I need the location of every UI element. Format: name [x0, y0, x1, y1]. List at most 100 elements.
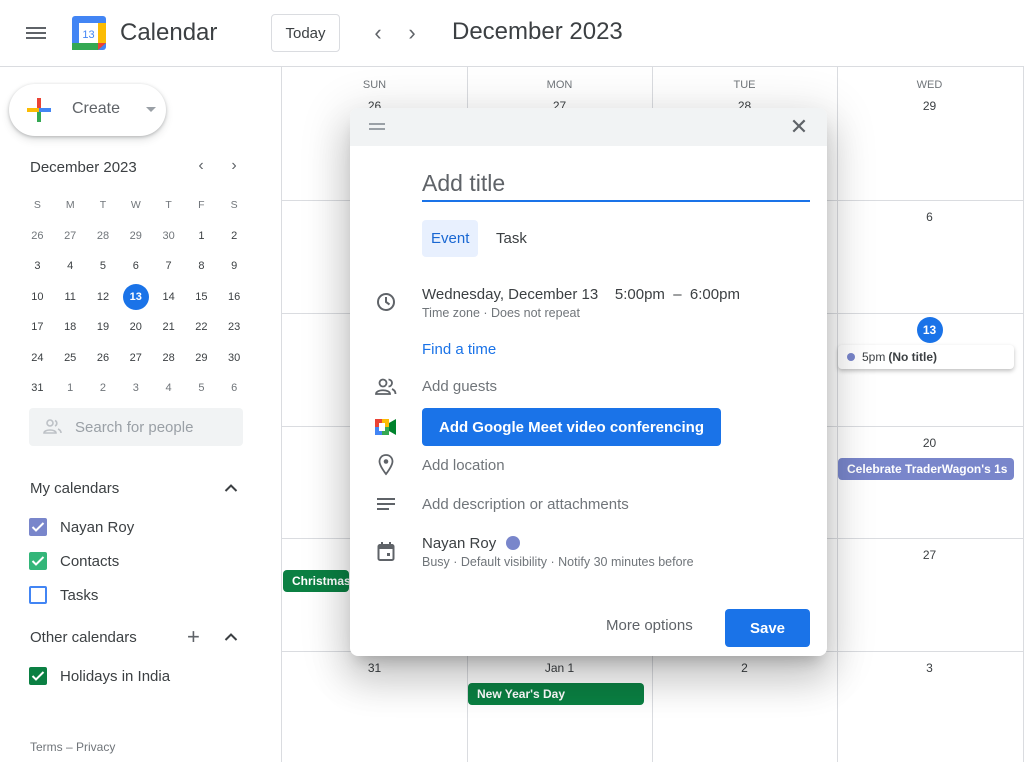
- tab-task[interactable]: Task: [487, 220, 536, 257]
- create-button[interactable]: Create: [9, 84, 166, 136]
- mini-calendar-day[interactable]: 19: [87, 314, 120, 340]
- my-calendars-title[interactable]: My calendars: [30, 480, 119, 497]
- search-people-field[interactable]: [29, 408, 243, 446]
- mini-calendar-day[interactable]: 4: [54, 253, 87, 279]
- drag-handle-icon[interactable]: [369, 123, 385, 133]
- mini-calendar-day[interactable]: 8: [185, 253, 218, 279]
- mini-calendar-day[interactable]: 30: [152, 223, 185, 249]
- event-title-input[interactable]: [422, 166, 810, 202]
- mini-calendar-day[interactable]: 15: [185, 284, 218, 310]
- day-number: 4: [67, 260, 74, 273]
- calendar-item-holidays-in-india[interactable]: Holidays in India: [29, 667, 170, 685]
- mini-calendar-day[interactable]: 5: [87, 253, 120, 279]
- mini-calendar-day[interactable]: 3: [21, 253, 54, 279]
- mini-calendar-day[interactable]: 18: [54, 314, 87, 340]
- mini-calendar-day[interactable]: 3: [119, 375, 152, 401]
- tab-event[interactable]: Event: [422, 220, 479, 257]
- add-google-meet-button[interactable]: Add Google Meet video conferencing: [422, 408, 721, 446]
- event-chip-celebrate-traderwagon[interactable]: Celebrate TraderWagon's 1s: [838, 458, 1014, 480]
- mini-calendar-day[interactable]: 1: [185, 223, 218, 249]
- event-date-time[interactable]: Wednesday, December 13 5:00pm – 6:00pm: [422, 286, 740, 303]
- mini-calendar-next-icon[interactable]: ›: [224, 157, 244, 175]
- mini-calendar-day[interactable]: 13: [119, 283, 152, 310]
- mini-calendar-day[interactable]: 24: [21, 345, 54, 371]
- calendar-item-nayan-roy[interactable]: Nayan Roy: [29, 518, 134, 536]
- dropdown-caret-icon[interactable]: [146, 107, 156, 112]
- mini-calendar-day[interactable]: 31: [21, 375, 54, 401]
- add-guests-field[interactable]: Add guests: [422, 378, 497, 395]
- mini-calendar-day[interactable]: 30: [218, 345, 251, 371]
- day-cell-date[interactable]: 6: [837, 210, 1022, 224]
- other-calendars-title[interactable]: Other calendars: [30, 629, 137, 646]
- close-icon[interactable]: ✕: [787, 116, 811, 140]
- mini-calendar-day[interactable]: 20: [119, 314, 152, 340]
- search-people-input[interactable]: [75, 418, 225, 436]
- event-chip-new-years-day[interactable]: New Year's Day: [468, 683, 644, 705]
- mini-calendar-day[interactable]: 17: [21, 314, 54, 340]
- day-cell-date[interactable]: 29: [837, 99, 1022, 113]
- mini-calendar-day[interactable]: 2: [218, 223, 251, 249]
- today-button[interactable]: Today: [271, 14, 340, 52]
- mini-calendar-day[interactable]: 2: [87, 375, 120, 401]
- mini-calendar-day[interactable]: 21: [152, 314, 185, 340]
- quick-event-dialog: ✕ Event Task Wednesday, December 13 5:00…: [350, 108, 827, 656]
- mini-calendar-day[interactable]: 28: [152, 345, 185, 371]
- mini-calendar-day[interactable]: 11: [54, 284, 87, 310]
- calendar-item-tasks[interactable]: Tasks: [29, 586, 98, 604]
- calendar-selector[interactable]: Nayan Roy: [422, 535, 521, 552]
- mini-calendar-day[interactable]: 6: [119, 253, 152, 279]
- mini-calendar-day[interactable]: 7: [152, 253, 185, 279]
- mini-calendar-day[interactable]: 12: [87, 284, 120, 310]
- day-cell-date[interactable]: 13: [837, 317, 1022, 343]
- pending-event-chip[interactable]: 5pm (No title): [838, 345, 1014, 369]
- calendar-subtext[interactable]: Busy · Default visibility · Notify 30 mi…: [422, 555, 694, 569]
- event-date-subtext[interactable]: Time zone · Does not repeat: [422, 306, 580, 320]
- checkbox-checked-icon[interactable]: [29, 518, 47, 536]
- day-cell-date[interactable]: 2: [652, 661, 837, 675]
- day-cell-date[interactable]: 3: [837, 661, 1022, 675]
- mini-calendar-day[interactable]: 25: [54, 345, 87, 371]
- day-cell-date[interactable]: Jan 1: [467, 661, 652, 675]
- checkbox-unchecked-icon[interactable]: [29, 586, 47, 604]
- mini-calendar-day[interactable]: 9: [218, 253, 251, 279]
- mini-calendar-day[interactable]: 6: [218, 375, 251, 401]
- day-cell-date[interactable]: 31: [282, 661, 467, 675]
- next-period-icon[interactable]: ›: [400, 20, 424, 46]
- collapse-chevron-up-icon[interactable]: [224, 480, 238, 496]
- mini-calendar-day[interactable]: 29: [185, 345, 218, 371]
- day-cell-date[interactable]: 27: [837, 548, 1022, 562]
- guests-icon: [375, 376, 397, 398]
- mini-calendar-day[interactable]: 10: [21, 284, 54, 310]
- day-number: 28: [96, 229, 110, 242]
- checkbox-checked-icon[interactable]: [29, 667, 47, 685]
- mini-calendar-day[interactable]: 26: [21, 223, 54, 249]
- checkbox-checked-icon[interactable]: [29, 552, 47, 570]
- add-description-field[interactable]: Add description or attachments: [422, 496, 629, 513]
- today-date-badge[interactable]: 13: [916, 317, 943, 343]
- mini-calendar-day[interactable]: 29: [119, 223, 152, 249]
- mini-calendar-day[interactable]: 5: [185, 375, 218, 401]
- mini-calendar-day[interactable]: 4: [152, 375, 185, 401]
- save-button[interactable]: Save: [725, 609, 810, 647]
- mini-calendar-day[interactable]: 1: [54, 375, 87, 401]
- terms-privacy-link[interactable]: Terms – Privacy: [30, 740, 115, 754]
- mini-calendar-day[interactable]: 22: [185, 314, 218, 340]
- mini-calendar-day[interactable]: 16: [218, 284, 251, 310]
- hamburger-menu-icon[interactable]: [26, 24, 48, 42]
- mini-calendar-day[interactable]: 27: [54, 223, 87, 249]
- event-chip-christmas[interactable]: Christmas: [283, 570, 349, 592]
- mini-calendar-prev-icon[interactable]: ‹: [191, 157, 211, 175]
- find-a-time-link[interactable]: Find a time: [422, 341, 496, 358]
- add-other-calendar-plus-icon[interactable]: +: [187, 626, 200, 648]
- add-location-field[interactable]: Add location: [422, 457, 505, 474]
- mini-calendar-day[interactable]: 27: [119, 345, 152, 371]
- mini-calendar-day[interactable]: 26: [87, 345, 120, 371]
- mini-calendar-day[interactable]: 23: [218, 314, 251, 340]
- more-options-button[interactable]: More options: [606, 617, 693, 634]
- collapse-chevron-up-icon[interactable]: [224, 629, 238, 645]
- mini-calendar-day[interactable]: 14: [152, 284, 185, 310]
- day-cell-date[interactable]: 20: [837, 436, 1022, 450]
- mini-calendar-day[interactable]: 28: [87, 223, 120, 249]
- calendar-item-contacts[interactable]: Contacts: [29, 552, 119, 570]
- previous-period-icon[interactable]: ‹: [366, 20, 390, 46]
